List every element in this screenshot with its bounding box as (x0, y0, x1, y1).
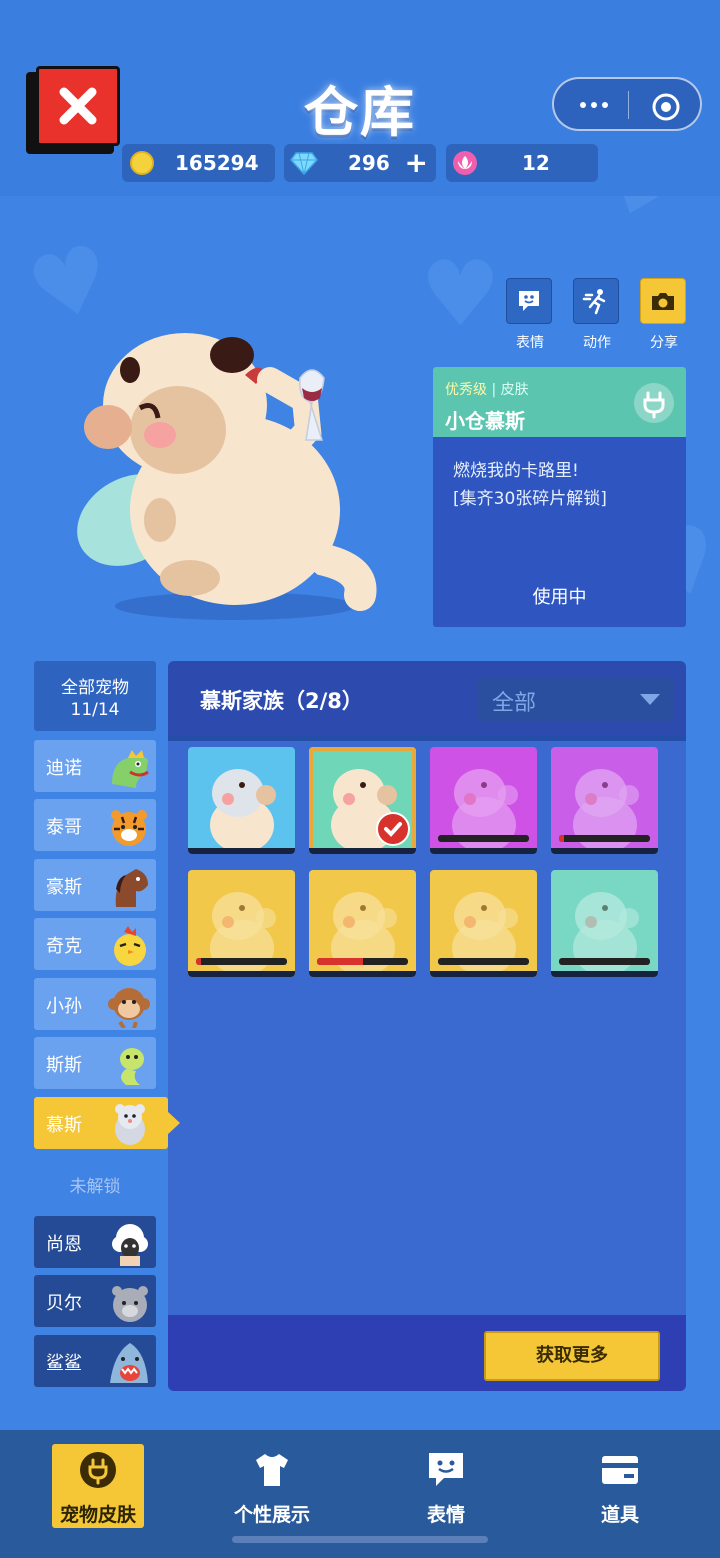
diamond-icon (290, 152, 318, 175)
skin-info-card: 优秀级 | 皮肤 小仓慕斯 燃烧我的卡路里! [集齐30张碎片解锁] 使用中 (433, 367, 686, 627)
fragment-progress-bar (438, 835, 529, 842)
skin-card[interactable] (188, 747, 295, 854)
filter-dropdown[interactable]: 全部 (478, 677, 674, 721)
target-icon (652, 93, 680, 121)
hamster-icon (115, 1104, 145, 1145)
skins-panel: 慕斯家族（2/8） 全部 获取更多 (168, 661, 686, 1391)
pet-item-snake[interactable]: 斯斯 (34, 1037, 156, 1089)
pet-illustration (77, 333, 377, 620)
panel-footer: 获取更多 (168, 1315, 686, 1391)
tiger-icon (111, 810, 147, 846)
bear-icon (112, 1286, 148, 1322)
nav-personal-display[interactable]: 个性展示 (226, 1444, 318, 1528)
pet-item-mousse[interactable]: 慕斯 (34, 1097, 168, 1149)
locked-section-label: 未解锁 (69, 1177, 121, 1197)
plug-icon (80, 1452, 116, 1488)
all-pets-label: 全部宠物 (61, 678, 129, 698)
skin-name: 小仓慕斯 (445, 409, 525, 433)
running-icon (582, 289, 606, 315)
pet-item-chick[interactable]: 奇克 (34, 918, 156, 970)
horse-icon (115, 869, 148, 907)
pet-item-tiger[interactable]: 泰哥 (34, 799, 156, 851)
pet-item-shark[interactable]: 鲨鲨 (34, 1335, 156, 1387)
chat-icon (519, 291, 539, 311)
all-pets-count: 11/14 (70, 700, 120, 720)
pet-item-dino[interactable]: 迪诺 (34, 740, 156, 792)
skin-card[interactable] (551, 747, 658, 854)
skin-card[interactable] (551, 870, 658, 977)
fragment-progress-bar (559, 835, 650, 842)
exit-button[interactable] (650, 91, 682, 123)
filter-value: 全部 (492, 691, 537, 716)
skin-grade: 优秀级 | 皮肤 (445, 382, 529, 398)
fragment-progress-bar (438, 958, 529, 965)
shark-icon (110, 1343, 148, 1383)
pet-item-horse[interactable]: 豪斯 (34, 859, 156, 911)
all-pets-tab[interactable]: 全部宠物 11/14 (34, 661, 156, 731)
family-title: 慕斯家族（2/8） (200, 689, 363, 713)
pet-item-bear[interactable]: 贝尔 (34, 1275, 156, 1327)
motion-action[interactable]: 动作 (573, 278, 621, 352)
nav-items[interactable]: 道具 (574, 1444, 666, 1528)
share-label: 分享 (650, 335, 678, 351)
skin-card[interactable] (430, 747, 537, 854)
plug-icon (634, 383, 674, 423)
skin-card[interactable] (309, 870, 416, 977)
monkey-icon (108, 988, 150, 1028)
lotus-icon (453, 151, 477, 175)
coin-icon (130, 151, 154, 175)
coin-value: 165294 (175, 151, 259, 175)
fragment-progress-bar (559, 958, 650, 965)
expression-action[interactable]: 表情 (506, 278, 554, 352)
pet-item-monkey[interactable]: 小孙 (34, 978, 156, 1030)
selection-arrow (166, 1110, 180, 1136)
mini-program-capsule (552, 77, 702, 131)
petal-counter: 12 (446, 144, 598, 182)
nav-pet-skin[interactable]: 宠物皮肤 (52, 1444, 144, 1528)
coin-counter: 165294 (122, 144, 275, 182)
skin-description: 燃烧我的卡路里! [集齐30张碎片解锁] (453, 461, 607, 509)
fragment-progress-bar (317, 958, 408, 965)
diamond-counter: 296 + (284, 144, 436, 182)
check-icon (376, 812, 410, 846)
petal-value: 12 (522, 151, 550, 175)
skin-status: 使用中 (532, 587, 587, 608)
diamond-value: 296 (348, 151, 390, 175)
home-indicator (232, 1536, 488, 1543)
skin-card[interactable] (430, 870, 537, 977)
dinosaur-icon (112, 750, 149, 788)
snake-icon (120, 1048, 144, 1085)
hamster-skin-icon (210, 769, 276, 853)
add-diamond-button[interactable]: + (405, 146, 428, 179)
chick-icon (114, 926, 146, 966)
chat-icon (429, 1453, 463, 1486)
skin-card[interactable] (188, 870, 295, 977)
more-button[interactable] (574, 91, 614, 119)
fragment-progress-bar (196, 958, 287, 965)
pet-item-sheep[interactable]: 尚恩 (34, 1216, 156, 1268)
tshirt-icon (256, 1454, 288, 1486)
expression-label: 表情 (516, 335, 544, 351)
camera-icon (652, 293, 674, 310)
sheep-icon (112, 1224, 148, 1266)
skin-card[interactable] (309, 747, 416, 854)
card-icon (602, 1456, 638, 1484)
get-more-button[interactable]: 获取更多 (484, 1331, 660, 1381)
chevron-down-icon (640, 694, 660, 705)
share-action[interactable]: 分享 (640, 278, 688, 352)
nav-expressions[interactable]: 表情 (400, 1444, 492, 1528)
motion-label: 动作 (583, 335, 611, 351)
